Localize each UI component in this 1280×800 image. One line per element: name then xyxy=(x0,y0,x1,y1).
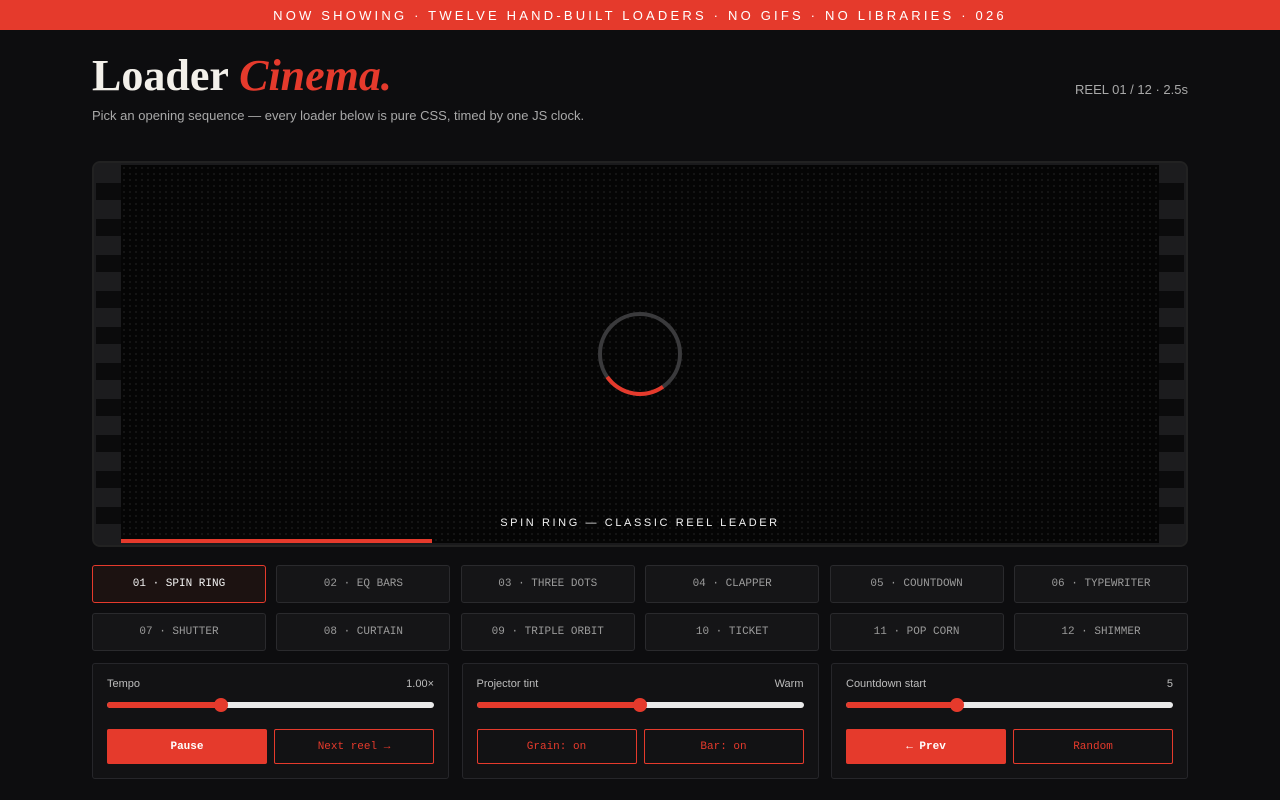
tempo-value: 1.00× xyxy=(406,678,434,690)
reel-button-6[interactable]: 06 · TYPEWRITER xyxy=(1013,565,1188,603)
sprocket-hole xyxy=(96,219,121,236)
sprocket-hole xyxy=(1159,435,1184,452)
reel-button-12[interactable]: 12 · SHIMMER xyxy=(1013,613,1188,651)
tempo-slider-fill xyxy=(107,702,222,708)
reel-button-5[interactable]: 05 · COUNTDOWN xyxy=(829,565,1004,603)
page-subtitle: Pick an opening sequence — every loader … xyxy=(92,108,585,123)
tint-label: Projector tint xyxy=(476,678,539,690)
header: Loader Cinema. Pick an opening sequence … xyxy=(92,30,1188,150)
countdown-panel: Countdown start 5 ← Prev Random xyxy=(831,663,1188,779)
film-screen: SPIN RING — CLASSIC REEL LEADER xyxy=(92,161,1188,547)
sprocket-hole xyxy=(1159,255,1184,272)
ticker-banner: NOW SHOWING · TWELVE HAND-BUILT LOADERS … xyxy=(0,0,1280,30)
prev-button[interactable]: ← Prev xyxy=(846,729,1006,764)
reel-button-8[interactable]: 08 · CURTAIN xyxy=(276,613,451,651)
reel-button-7[interactable]: 07 · SHUTTER xyxy=(92,613,266,651)
reel-button-3[interactable]: 03 · THREE DOTS xyxy=(460,565,635,603)
tint-slider-thumb[interactable] xyxy=(633,698,647,712)
sprocket-hole xyxy=(1159,291,1184,308)
reel-selector-grid: 01 · SPIN RING 02 · EQ BARS 03 · THREE DOT… xyxy=(92,565,1188,651)
grain-toggle-button[interactable]: Grain: on xyxy=(476,729,637,764)
tempo-label: Tempo xyxy=(107,678,141,690)
reel-progress-bar xyxy=(121,539,433,543)
countdown-slider-thumb[interactable] xyxy=(950,698,965,712)
tempo-slider-thumb[interactable] xyxy=(214,698,229,712)
reel-info: REEL 01 / 12 · 2.5s xyxy=(1075,82,1188,97)
sprocket-hole xyxy=(96,507,121,524)
countdown-value: 5 xyxy=(1166,678,1173,690)
sprocket-hole xyxy=(1159,219,1184,236)
film-strip-right xyxy=(1159,163,1186,545)
loader-viewport: SPIN RING — CLASSIC REEL LEADER xyxy=(121,165,1159,543)
reel-button-11[interactable]: 11 · POP CORN xyxy=(829,613,1004,651)
reel-button-2[interactable]: 02 · EQ BARS xyxy=(276,565,451,603)
tint-slider[interactable] xyxy=(476,698,804,712)
sprocket-hole xyxy=(1159,507,1184,524)
sprocket-hole xyxy=(1159,327,1184,344)
title-accent: Cinema. xyxy=(239,51,392,100)
tint-slider-fill xyxy=(476,702,640,708)
reel-button-10[interactable]: 10 · TICKET xyxy=(645,613,820,651)
pause-button[interactable]: Pause xyxy=(107,729,267,764)
title-main: Loader xyxy=(92,51,229,100)
countdown-slider[interactable] xyxy=(846,698,1173,712)
control-panels: Tempo 1.00× Pause Next reel → Projector t… xyxy=(92,663,1188,779)
film-strip-left xyxy=(94,163,121,545)
sprocket-hole xyxy=(1159,399,1184,416)
sprocket-hole xyxy=(96,399,121,416)
tint-panel: Projector tint Warm Grain: on Bar: on xyxy=(461,663,819,779)
sprocket-hole xyxy=(96,255,121,272)
reel-button-4[interactable]: 04 · CLAPPER xyxy=(645,565,820,603)
sprocket-hole xyxy=(1159,183,1184,200)
sprocket-hole xyxy=(96,471,121,488)
sprocket-hole xyxy=(96,363,121,380)
reel-button-1[interactable]: 01 · SPIN RING xyxy=(92,565,266,603)
spin-ring-loader xyxy=(591,305,689,403)
sprocket-hole xyxy=(96,291,121,308)
sprocket-hole xyxy=(96,327,121,344)
sprocket-hole xyxy=(96,435,121,452)
next-reel-button[interactable]: Next reel → xyxy=(274,729,434,764)
tint-value: Warm xyxy=(774,678,804,690)
sprocket-hole xyxy=(1159,471,1184,488)
sprocket-hole xyxy=(1159,363,1184,380)
tempo-slider[interactable] xyxy=(107,698,434,712)
tempo-panel: Tempo 1.00× Pause Next reel → xyxy=(92,663,449,779)
countdown-slider-fill xyxy=(846,702,958,708)
spin-ring-arc xyxy=(591,305,689,403)
sprocket-hole xyxy=(96,183,121,200)
page-title: Loader Cinema. xyxy=(92,54,392,98)
bar-toggle-button[interactable]: Bar: on xyxy=(643,729,804,764)
random-button[interactable]: Random xyxy=(1013,729,1173,764)
reel-caption: SPIN RING — CLASSIC REEL LEADER xyxy=(500,517,780,529)
countdown-label: Countdown start xyxy=(846,678,927,690)
reel-button-9[interactable]: 09 · TRIPLE ORBIT xyxy=(460,613,635,651)
